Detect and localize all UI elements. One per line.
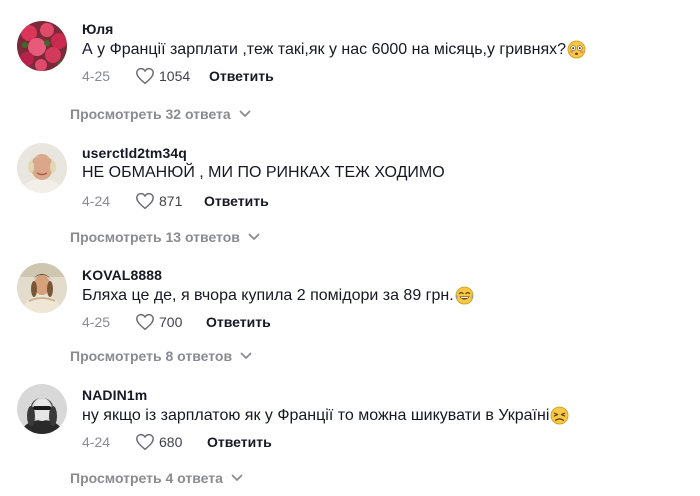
comment-date: 4-24	[82, 193, 111, 209]
comment-date: 4-25	[82, 68, 111, 84]
comment-meta: 4-25 700 Ответить	[82, 312, 271, 332]
comment-text: НЕ ОБМАНЮЙ , МИ ПО РИНКАХ ТЕЖ ХОДИМО	[82, 164, 445, 182]
comment-item: Юля А у Франції зарплати ,теж такі,як у …	[0, 0, 700, 122]
tears-of-joy-emoji-icon	[455, 286, 474, 305]
comment-text: А у Франції зарплати ,теж такі,як у нас …	[82, 40, 586, 59]
like-count: 680	[159, 434, 183, 450]
like-button[interactable]: 700	[135, 313, 206, 331]
view-replies-button[interactable]: Просмотреть 32 ответа	[70, 106, 251, 122]
heart-icon	[136, 67, 154, 85]
comment-meta: 4-24 871 Ответить	[82, 191, 269, 211]
view-replies-button[interactable]: Просмотреть 13 ответов	[70, 229, 260, 245]
view-replies-button[interactable]: Просмотреть 8 ответов	[70, 348, 252, 364]
avatar[interactable]	[17, 384, 67, 434]
avatar[interactable]	[17, 143, 67, 193]
view-replies-label: Просмотреть 32 ответа	[70, 106, 231, 122]
view-replies-label: Просмотреть 4 ответа	[70, 470, 223, 486]
comment-date: 4-24	[82, 434, 111, 450]
comment-text-content: НЕ ОБМАНЮЙ , МИ ПО РИНКАХ ТЕЖ ХОДИМО	[82, 164, 445, 181]
heart-icon	[136, 433, 154, 451]
comment-text-content: А у Франції зарплати ,теж такі,як у нас …	[82, 40, 566, 58]
comment-date: 4-25	[82, 314, 111, 330]
reply-button[interactable]: Ответить	[206, 314, 271, 330]
view-replies-label: Просмотреть 8 ответов	[70, 348, 233, 364]
comment-item: KOVAL8888 Бляха це де, я вчора купила 2 …	[0, 246, 700, 368]
like-button[interactable]: 871	[135, 192, 204, 210]
comment-meta: 4-24 680 Ответить	[82, 432, 272, 452]
heart-icon	[136, 313, 154, 331]
flushed-emoji-icon	[567, 40, 586, 59]
like-count: 871	[159, 193, 183, 209]
comment-text-content: ну якщо із зарплатою як у Франції то мож…	[82, 406, 550, 424]
reply-button[interactable]: Ответить	[204, 193, 269, 209]
persevering-emoji-icon	[550, 406, 569, 425]
chevron-down-icon	[231, 474, 243, 481]
chevron-down-icon	[240, 352, 252, 359]
chevron-down-icon	[239, 110, 251, 117]
like-count: 1054	[159, 68, 191, 84]
comment-item: NADIN1m ну якщо із зарплатою як у Франці…	[0, 366, 700, 488]
comment-username[interactable]: userctld2tm34q	[82, 145, 187, 161]
comment-meta: 4-25 1054 Ответить	[82, 66, 274, 86]
comment-text-content: Бляха це де, я вчора купила 2 помідори з…	[82, 286, 454, 304]
view-replies-label: Просмотреть 13 ответов	[70, 229, 240, 245]
comment-text: Бляха це де, я вчора купила 2 помідори з…	[82, 286, 474, 305]
avatar[interactable]	[17, 263, 67, 313]
avatar[interactable]	[17, 21, 67, 71]
comment-username[interactable]: NADIN1m	[82, 387, 147, 403]
comment-username[interactable]: Юля	[82, 21, 113, 37]
comment-text: ну якщо із зарплатою як у Франції то мож…	[82, 406, 569, 425]
reply-button[interactable]: Ответить	[207, 434, 272, 450]
chevron-down-icon	[248, 233, 260, 240]
comment-item: userctld2tm34q НЕ ОБМАНЮЙ , МИ ПО РИНКАХ…	[0, 124, 700, 246]
reply-button[interactable]: Ответить	[209, 68, 274, 84]
like-button[interactable]: 680	[135, 433, 207, 451]
like-count: 700	[159, 314, 183, 330]
like-button[interactable]: 1054	[135, 67, 209, 85]
view-replies-button[interactable]: Просмотреть 4 ответа	[70, 470, 243, 486]
comment-username[interactable]: KOVAL8888	[82, 267, 162, 283]
heart-icon	[136, 192, 154, 210]
